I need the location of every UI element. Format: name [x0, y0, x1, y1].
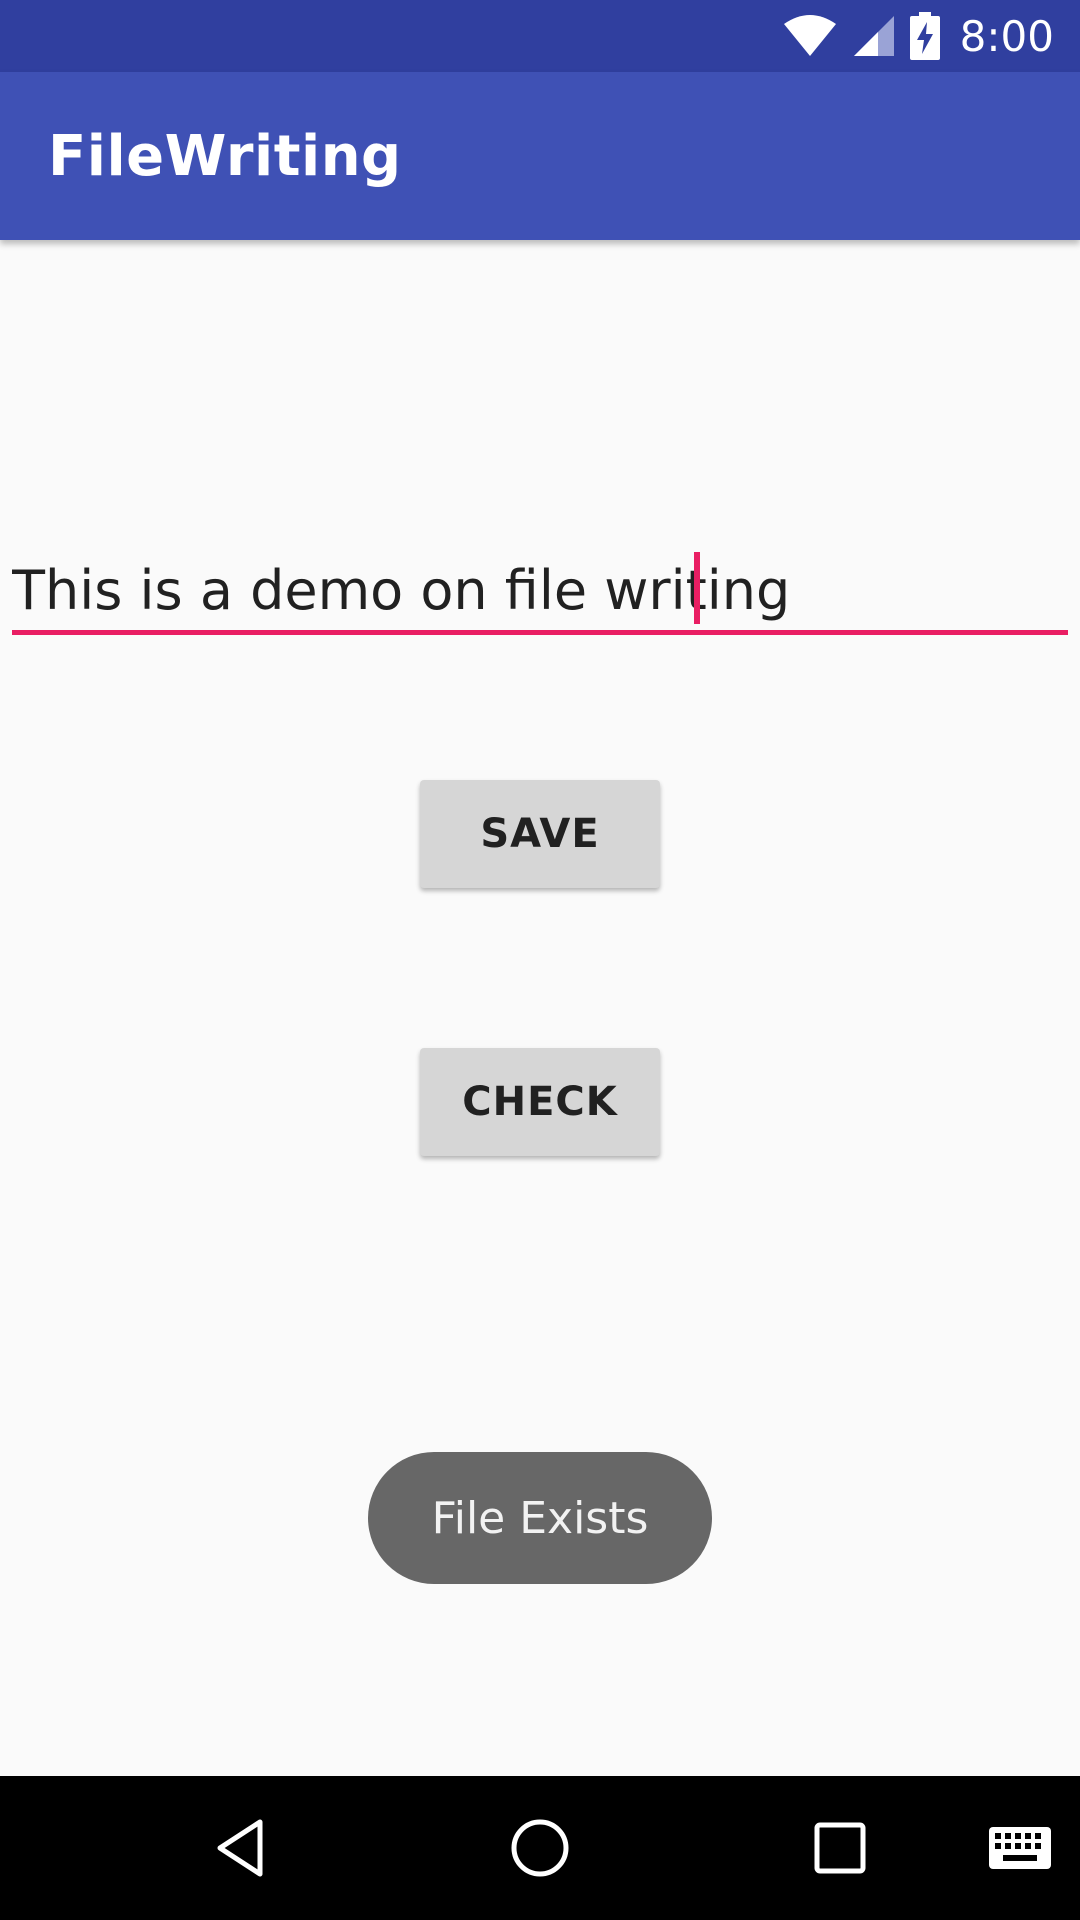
toast-text: File Exists [431, 1492, 649, 1544]
save-button[interactable]: SAVE [420, 780, 660, 888]
toast-message: File Exists [368, 1452, 712, 1584]
check-button[interactable]: CHECK [420, 1048, 660, 1156]
app-bar: FileWriting [0, 72, 1080, 240]
screen: 8:00 FileWriting SAVE CHECK File Exists [0, 0, 1080, 1920]
signal-icon [852, 14, 896, 58]
text-input[interactable] [12, 548, 1068, 632]
app-title: FileWriting [48, 123, 402, 189]
text-field-underline [12, 630, 1068, 635]
keyboard-icon[interactable] [970, 1776, 1070, 1920]
home-icon[interactable] [490, 1776, 590, 1920]
back-icon[interactable] [190, 1776, 290, 1920]
status-bar: 8:00 [0, 0, 1080, 72]
text-field[interactable] [12, 548, 1068, 638]
text-cursor [694, 552, 700, 624]
battery-charging-icon [909, 12, 940, 60]
navigation-bar [0, 1776, 1080, 1920]
status-time: 8:00 [959, 11, 1054, 61]
wifi-icon [782, 14, 838, 58]
recents-icon[interactable] [790, 1776, 890, 1920]
